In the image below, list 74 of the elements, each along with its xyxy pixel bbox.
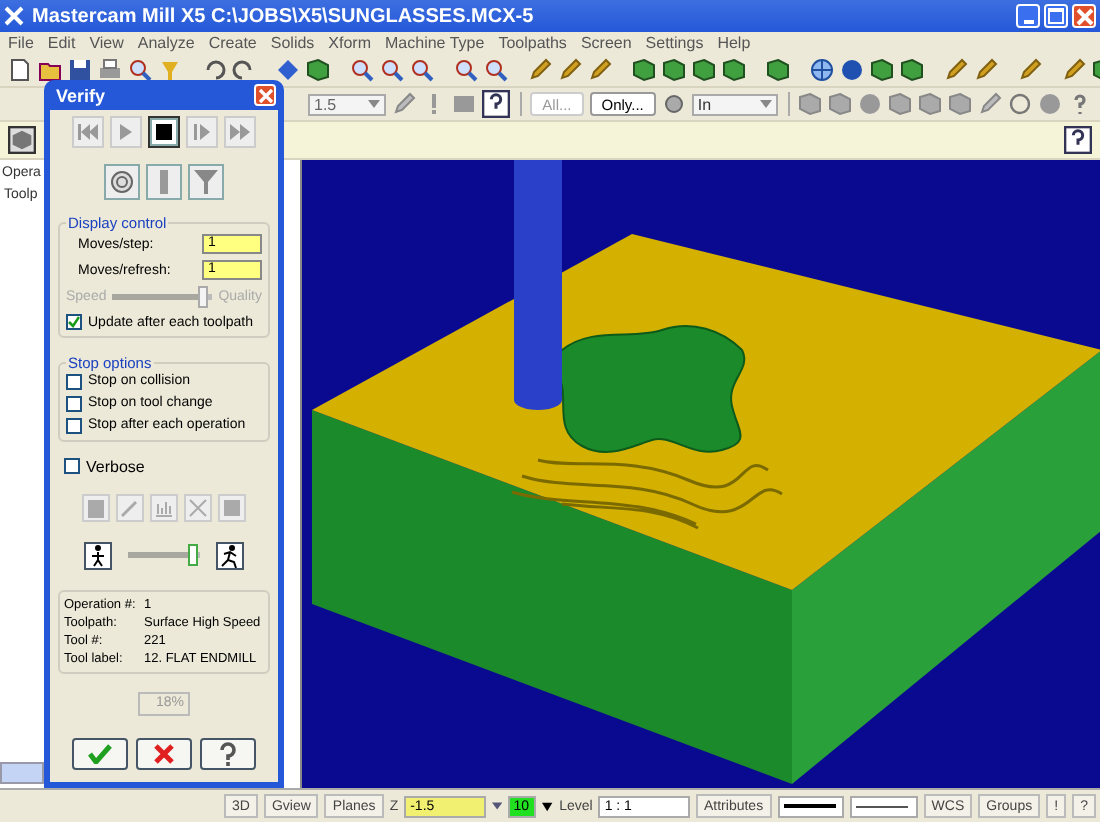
checkmark-icon [88,743,112,764]
circle-icon[interactable] [1008,92,1033,116]
close-button[interactable] [254,84,276,106]
funnel-icon[interactable] [188,163,224,200]
line-width-dropdown[interactable] [850,795,918,817]
walking-person-icon[interactable] [84,541,112,570]
checkbox[interactable] [66,314,82,331]
cross-icon [154,743,174,764]
help-button[interactable] [200,737,256,770]
depth-dropdown[interactable]: 1.5 [308,93,386,115]
help-icon[interactable] [1064,126,1092,154]
checkbox[interactable] [66,417,82,434]
magnifier-icon[interactable] [454,58,478,82]
diamond-icon[interactable] [276,58,300,82]
cancel-button[interactable] [136,737,192,770]
line-style-dropdown[interactable] [777,795,845,817]
menu-item[interactable]: Solids [270,34,315,52]
checkbox[interactable] [66,395,82,412]
menu-item[interactable]: Xform [328,34,372,52]
menu-item[interactable]: Toolpaths [498,34,567,52]
redo-icon[interactable] [232,58,256,82]
rewind-icon [76,122,100,142]
checkbox[interactable] [66,373,82,390]
printer-icon[interactable] [98,58,122,82]
pencil-icon[interactable] [978,92,1003,116]
stop-icon [152,122,176,142]
menu-item[interactable]: Screen [580,34,632,52]
menu-item[interactable]: Analyze [137,34,195,52]
pencil-icon[interactable] [391,92,416,116]
checkbox-label: Verbose [86,457,145,476]
running-person-icon[interactable] [216,541,244,570]
caret-icon[interactable] [542,801,554,811]
stop-button[interactable] [148,116,180,148]
menu-item[interactable]: Edit [47,34,76,52]
menu-item[interactable]: Machine Type [385,34,485,52]
pencil-icon[interactable] [944,58,968,82]
step-icon [190,122,214,142]
help-icon[interactable] [481,90,510,118]
magnifier-icon[interactable] [128,58,152,82]
menu-item[interactable]: Help [717,34,751,52]
undo-icon[interactable] [202,58,226,82]
magnifier-icon[interactable] [380,58,404,82]
caret-icon [759,100,772,108]
dialog-title: Verify [56,85,106,105]
magnifier-icon[interactable] [350,58,374,82]
window-title: Mastercam Mill X5 C:\JOBS\X5\SUNGLASSES.MCX-5 [32,5,536,27]
folder-icon[interactable] [38,58,62,82]
page-icon[interactable] [8,58,32,82]
pencil-icon[interactable] [588,58,612,82]
pencil-icon[interactable] [974,58,998,82]
minimize-button[interactable] [1016,4,1040,28]
caret-icon [367,100,380,108]
app-logo-icon [4,6,24,26]
maximize-button[interactable] [1044,4,1068,28]
mode-dropdown[interactable]: In [691,93,778,115]
menu-item[interactable]: Create [208,34,257,52]
dropdown-arrow-icon[interactable] [491,802,502,810]
pencil-icon[interactable] [528,58,552,82]
ok-button[interactable] [72,737,128,770]
menu-item[interactable]: File [8,34,34,52]
sphere-icon[interactable] [840,58,864,82]
pencil-icon[interactable] [1062,58,1086,82]
question-mark-icon [218,741,238,766]
pencil-icon[interactable] [1018,58,1042,82]
menu-item[interactable]: Settings [645,34,704,52]
globe-icon[interactable] [810,58,834,82]
fast-icon [228,122,252,142]
close-button[interactable] [1072,4,1096,28]
menu-item[interactable]: View [89,34,124,52]
magnifier-icon[interactable] [484,58,508,82]
pencil-icon[interactable] [558,58,582,82]
horizontal-scrollbar[interactable] [0,762,44,784]
checkbox[interactable] [64,458,80,475]
magnifier-icon[interactable] [410,58,434,82]
